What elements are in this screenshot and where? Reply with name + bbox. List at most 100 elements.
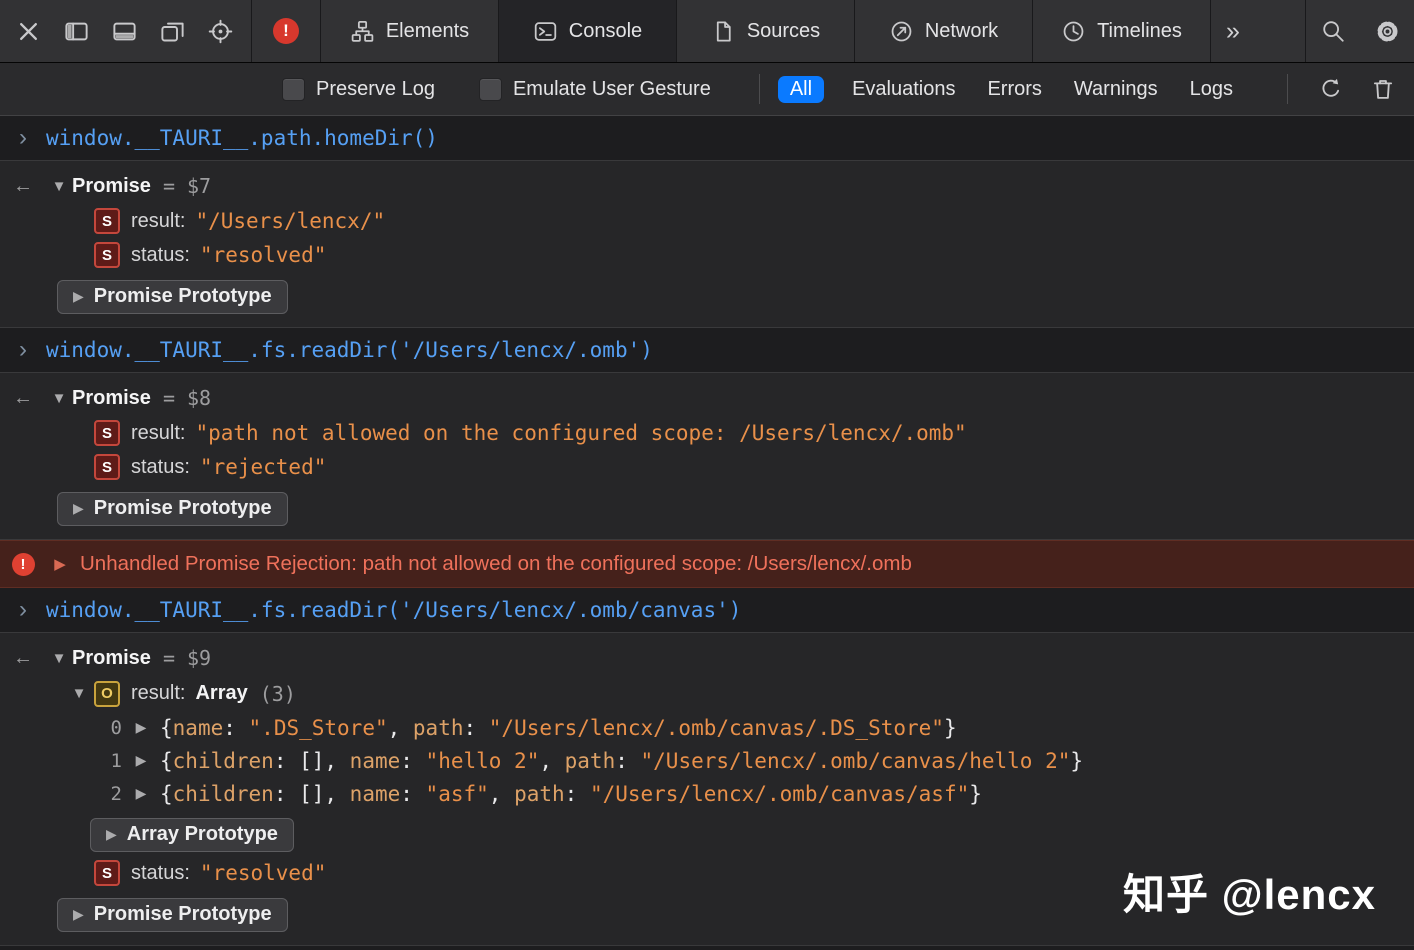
property-key: status: (131, 456, 190, 479)
object-type-badge: O (94, 681, 120, 707)
filterbar-separator (1287, 74, 1288, 104)
tab-label: Console (569, 20, 642, 43)
disclosure-closed-icon: ▶ (73, 906, 84, 923)
gear-icon (1374, 18, 1401, 45)
error-icon: ! (12, 553, 35, 576)
console-command[interactable]: › window.__TAURI__.fs.readDir('/Users/le… (0, 588, 1414, 633)
filterbar-separator (759, 74, 760, 104)
filterbar-actions (1283, 74, 1414, 104)
error-text: Unhandled Promise Rejection: path not al… (80, 552, 912, 576)
emulate-user-gesture-checkbox[interactable]: Emulate User Gesture (479, 78, 711, 101)
disclosure-open-icon[interactable]: ▼ (64, 685, 94, 702)
disclosure-closed-icon: ▶ (73, 288, 84, 305)
clear-console-button[interactable] (1370, 76, 1396, 102)
toolbar-separator (251, 0, 252, 62)
array-item[interactable]: 1 ▶ {children: [], name: "hello 2", path… (0, 744, 1414, 777)
tab-sources[interactable]: Sources (676, 0, 854, 62)
preserve-log-checkbox[interactable]: Preserve Log (282, 78, 435, 101)
separate-window-button[interactable] (159, 18, 186, 45)
scope-errors[interactable]: Errors (987, 78, 1041, 101)
checkbox-box[interactable] (282, 78, 305, 101)
array-item[interactable]: 2 ▶ {children: [], name: "asf", path: "/… (0, 777, 1414, 810)
scope-evaluations[interactable]: Evaluations (852, 78, 955, 101)
separate-window-icon (159, 18, 186, 45)
array-prototype-button[interactable]: ▶ Array Prototype (90, 818, 294, 852)
scope-warnings[interactable]: Warnings (1074, 78, 1158, 101)
console-command[interactable]: › window.__TAURI__.path.homeDir() (0, 116, 1414, 161)
array-item[interactable]: 0 ▶ {name: ".DS_Store", path: "/Users/le… (0, 711, 1414, 744)
array-classname: Array (195, 682, 247, 705)
string-type-badge: S (94, 208, 120, 234)
disclosure-open-icon[interactable]: ▼ (46, 178, 72, 195)
prototype-row: ▶ Array Prototype (0, 810, 1414, 856)
property-key: status: (131, 862, 190, 885)
console-error-message[interactable]: ! ▶ Unhandled Promise Rejection: path no… (0, 540, 1414, 588)
prototype-row: ▶ Promise Prototype (0, 484, 1414, 530)
dock-left-button[interactable] (63, 18, 90, 45)
result-id: = $9 (163, 646, 211, 670)
inspector-tabs: Elements Console Sources Network Timelin… (320, 0, 1211, 62)
property-value: "path not allowed on the configured scop… (195, 421, 966, 445)
inspector-tabbar: ! Elements Console Sources Network Timel… (0, 0, 1414, 63)
result-id: = $7 (163, 174, 211, 198)
web-inspector-window: ! Elements Console Sources Network Timel… (0, 0, 1414, 950)
result-returned-icon: ← (0, 647, 46, 670)
array-result-header: ▼ O result: Array (3) (0, 676, 1414, 711)
property-row: S result: "/Users/lencx/" (0, 204, 1414, 238)
prompt-icon: › (0, 338, 46, 362)
prototype-label: Promise Prototype (94, 903, 272, 926)
error-gutter: ! (0, 553, 46, 576)
disclosure-closed-icon[interactable]: ▶ (122, 752, 160, 769)
sources-icon (711, 19, 736, 44)
promise-header: ← ▼ Promise = $9 (0, 640, 1414, 676)
search-icon (1320, 18, 1346, 44)
settings-button[interactable] (1360, 0, 1414, 62)
disclosure-closed-icon[interactable]: ▶ (46, 555, 74, 573)
close-button[interactable] (15, 18, 42, 45)
console-command[interactable]: › window.__TAURI__.fs.readDir('/Users/le… (0, 328, 1414, 373)
promise-prototype-button[interactable]: ▶ Promise Prototype (57, 898, 288, 932)
console-result-block: ← ▼ Promise = $8 S result: "path not all… (0, 373, 1414, 540)
tab-label: Sources (747, 20, 820, 43)
tab-network[interactable]: Network (854, 0, 1032, 62)
refresh-button[interactable] (1318, 76, 1344, 102)
object-preview: {children: [], name: "asf", path: "/User… (160, 782, 982, 806)
object-classname: Promise (72, 647, 151, 670)
prototype-label: Promise Prototype (94, 497, 272, 520)
disclosure-closed-icon: ▶ (106, 826, 117, 843)
checkbox-box[interactable] (479, 78, 502, 101)
tab-overflow-button[interactable]: » (1211, 0, 1255, 62)
prototype-row: ▶ Promise Prototype (0, 272, 1414, 318)
promise-prototype-button[interactable]: ▶ Promise Prototype (57, 280, 288, 314)
disclosure-closed-icon[interactable]: ▶ (122, 785, 160, 802)
tab-label: Network (925, 20, 998, 43)
array-index: 0 (0, 717, 122, 739)
property-key: result: (131, 422, 185, 445)
console-filterbar: Preserve Log Emulate User Gesture All Ev… (0, 63, 1414, 116)
issue-count-badge[interactable]: ! (273, 18, 299, 44)
promise-prototype-button[interactable]: ▶ Promise Prototype (57, 492, 288, 526)
disclosure-closed-icon[interactable]: ▶ (122, 719, 160, 736)
property-value: "/Users/lencx/" (195, 209, 385, 233)
elements-icon (350, 19, 375, 44)
dock-bottom-icon (111, 18, 138, 45)
result-id: = $8 (163, 386, 211, 410)
console-result-block: ← ▼ Promise = $7 S result: "/Users/lencx… (0, 161, 1414, 328)
tab-label: Elements (386, 20, 469, 43)
dock-bottom-button[interactable] (111, 18, 138, 45)
element-picker-button[interactable] (207, 18, 234, 45)
tab-elements[interactable]: Elements (320, 0, 498, 62)
disclosure-open-icon[interactable]: ▼ (46, 650, 72, 667)
scope-logs[interactable]: Logs (1190, 78, 1233, 101)
disclosure-open-icon[interactable]: ▼ (46, 390, 72, 407)
search-button[interactable] (1306, 0, 1360, 62)
command-text: window.__TAURI__.fs.readDir('/Users/lenc… (46, 598, 741, 622)
tab-timelines[interactable]: Timelines (1032, 0, 1211, 62)
scope-all[interactable]: All (778, 76, 824, 103)
refresh-icon (1318, 76, 1344, 102)
prototype-label: Array Prototype (127, 823, 278, 846)
prompt-icon: › (0, 126, 46, 150)
tab-console[interactable]: Console (498, 0, 676, 62)
element-picker-icon (207, 18, 234, 45)
property-key: status: (131, 244, 190, 267)
